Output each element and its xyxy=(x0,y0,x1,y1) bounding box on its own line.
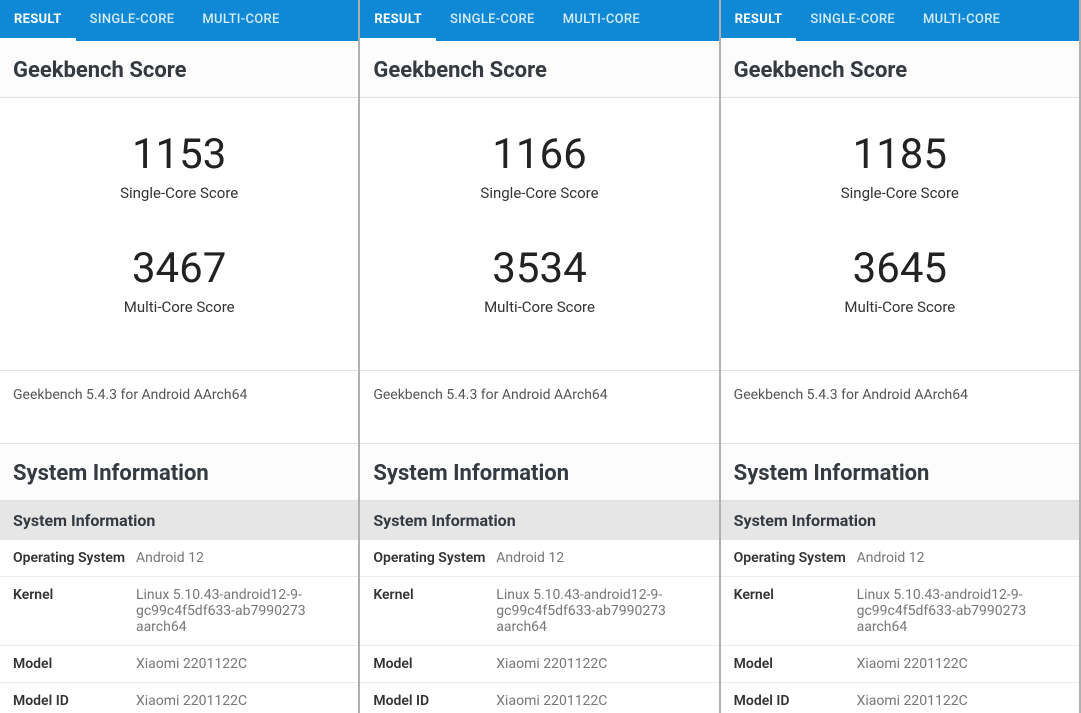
multi-core-label: Multi-Core Score xyxy=(484,298,595,316)
single-core-label: Single-Core Score xyxy=(841,184,959,202)
row-model-id: Model ID Xiaomi 2201122C xyxy=(360,683,718,713)
row-val: Xiaomi 2201122C xyxy=(136,693,345,709)
row-kernel: Kernel Linux 5.10.43-android12-9-gc99c4f… xyxy=(721,577,1079,646)
tab-multi-core[interactable]: MULTI-CORE xyxy=(188,0,293,41)
tab-single-core[interactable]: SINGLE-CORE xyxy=(76,0,189,41)
single-core-block: 1153 Single-Core Score xyxy=(120,132,238,202)
scores-area: 1185 Single-Core Score 3645 Multi-Core S… xyxy=(721,98,1079,371)
row-val: Android 12 xyxy=(857,550,1066,566)
tab-result[interactable]: RESULT xyxy=(0,0,76,41)
multi-core-label: Multi-Core Score xyxy=(124,298,235,316)
single-core-value: 1185 xyxy=(841,132,959,178)
row-key: Operating System xyxy=(373,550,496,566)
row-val: Xiaomi 2201122C xyxy=(136,656,345,672)
row-key: Model ID xyxy=(734,693,857,709)
tab-result[interactable]: RESULT xyxy=(721,0,797,41)
multi-core-value: 3467 xyxy=(124,246,235,292)
row-model-id: Model ID Xiaomi 2201122C xyxy=(721,683,1079,713)
row-key: Kernel xyxy=(13,587,136,635)
row-key: Operating System xyxy=(734,550,857,566)
result-panel-2: RESULT SINGLE-CORE MULTI-CORE Geekbench … xyxy=(721,0,1081,713)
multi-core-label: Multi-Core Score xyxy=(844,298,955,316)
system-info-title: System Information xyxy=(0,443,358,501)
row-key: Model ID xyxy=(373,693,496,709)
score-section-title: Geekbench Score xyxy=(0,41,358,98)
version-line: Geekbench 5.4.3 for Android AArch64 xyxy=(360,371,718,443)
version-line: Geekbench 5.4.3 for Android AArch64 xyxy=(721,371,1079,443)
row-key: Model xyxy=(13,656,136,672)
row-os: Operating System Android 12 xyxy=(0,540,358,577)
row-val: Linux 5.10.43-android12-9-gc99c4f5df633-… xyxy=(136,587,345,635)
tab-multi-core[interactable]: MULTI-CORE xyxy=(549,0,654,41)
row-key: Model xyxy=(734,656,857,672)
row-key: Operating System xyxy=(13,550,136,566)
row-model-id: Model ID Xiaomi 2201122C xyxy=(0,683,358,713)
row-val: Linux 5.10.43-android12-9-gc99c4f5df633-… xyxy=(496,587,705,635)
row-os: Operating System Android 12 xyxy=(360,540,718,577)
version-line: Geekbench 5.4.3 for Android AArch64 xyxy=(0,371,358,443)
row-model: Model Xiaomi 2201122C xyxy=(360,646,718,683)
row-model: Model Xiaomi 2201122C xyxy=(0,646,358,683)
row-model: Model Xiaomi 2201122C xyxy=(721,646,1079,683)
multi-core-block: 3467 Multi-Core Score xyxy=(124,246,235,316)
scores-area: 1166 Single-Core Score 3534 Multi-Core S… xyxy=(360,98,718,371)
single-core-label: Single-Core Score xyxy=(480,184,598,202)
result-panel-0: RESULT SINGLE-CORE MULTI-CORE Geekbench … xyxy=(0,0,360,713)
row-val: Android 12 xyxy=(496,550,705,566)
row-key: Model xyxy=(373,656,496,672)
system-info-title: System Information xyxy=(721,443,1079,501)
row-os: Operating System Android 12 xyxy=(721,540,1079,577)
row-kernel: Kernel Linux 5.10.43-android12-9-gc99c4f… xyxy=(360,577,718,646)
row-val: Xiaomi 2201122C xyxy=(857,693,1066,709)
tab-single-core[interactable]: SINGLE-CORE xyxy=(796,0,909,41)
row-val: Xiaomi 2201122C xyxy=(496,656,705,672)
system-info-subhead: System Information xyxy=(721,501,1079,540)
system-info-subhead: System Information xyxy=(360,501,718,540)
tab-multi-core[interactable]: MULTI-CORE xyxy=(909,0,1014,41)
single-core-value: 1153 xyxy=(120,132,238,178)
single-core-block: 1185 Single-Core Score xyxy=(841,132,959,202)
row-val: Xiaomi 2201122C xyxy=(496,693,705,709)
tab-single-core[interactable]: SINGLE-CORE xyxy=(436,0,549,41)
score-section-title: Geekbench Score xyxy=(721,41,1079,98)
scores-area: 1153 Single-Core Score 3467 Multi-Core S… xyxy=(0,98,358,371)
row-kernel: Kernel Linux 5.10.43-android12-9-gc99c4f… xyxy=(0,577,358,646)
row-key: Kernel xyxy=(373,587,496,635)
single-core-label: Single-Core Score xyxy=(120,184,238,202)
row-key: Kernel xyxy=(734,587,857,635)
single-core-value: 1166 xyxy=(480,132,598,178)
system-info-subhead: System Information xyxy=(0,501,358,540)
tab-result[interactable]: RESULT xyxy=(360,0,436,41)
tab-bar: RESULT SINGLE-CORE MULTI-CORE xyxy=(0,0,358,41)
row-key: Model ID xyxy=(13,693,136,709)
score-section-title: Geekbench Score xyxy=(360,41,718,98)
result-panel-1: RESULT SINGLE-CORE MULTI-CORE Geekbench … xyxy=(360,0,720,713)
multi-core-value: 3645 xyxy=(844,246,955,292)
single-core-block: 1166 Single-Core Score xyxy=(480,132,598,202)
multi-core-block: 3534 Multi-Core Score xyxy=(484,246,595,316)
tab-bar: RESULT SINGLE-CORE MULTI-CORE xyxy=(360,0,718,41)
row-val: Xiaomi 2201122C xyxy=(857,656,1066,672)
multi-core-block: 3645 Multi-Core Score xyxy=(844,246,955,316)
system-info-title: System Information xyxy=(360,443,718,501)
tab-bar: RESULT SINGLE-CORE MULTI-CORE xyxy=(721,0,1079,41)
multi-core-value: 3534 xyxy=(484,246,595,292)
row-val: Android 12 xyxy=(136,550,345,566)
row-val: Linux 5.10.43-android12-9-gc99c4f5df633-… xyxy=(857,587,1066,635)
